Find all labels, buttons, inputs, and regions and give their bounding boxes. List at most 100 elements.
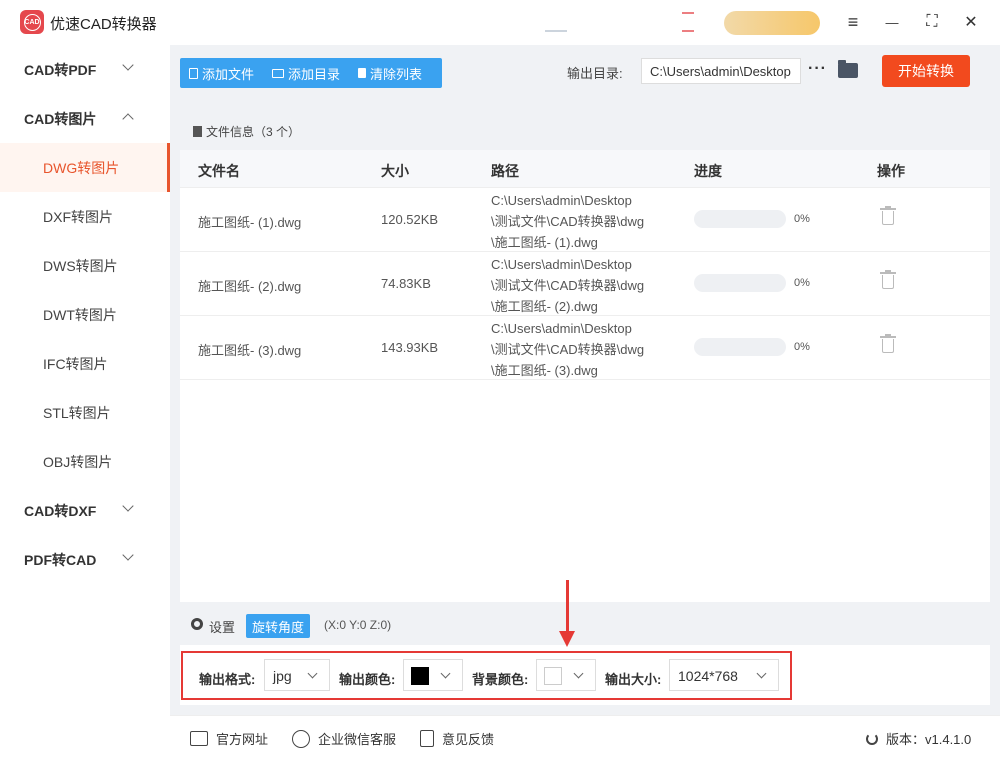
- column-header-progress: 进度: [694, 163, 722, 179]
- rotation-coordinates: (X:0 Y:0 Z:0): [324, 618, 392, 632]
- app-title: 优速CAD转换器: [50, 16, 157, 33]
- rotate-angle-button[interactable]: 旋转角度: [246, 614, 310, 638]
- version-info[interactable]: 版本：v1.4.1.0: [866, 729, 971, 748]
- output-color-label: 输出颜色:: [339, 672, 396, 687]
- add-folder-button[interactable]: 添加目录: [263, 58, 349, 88]
- gear-icon: [191, 618, 203, 630]
- background-color-select[interactable]: [536, 659, 596, 691]
- sidebar-item-dxf-to-image[interactable]: DXF转图片: [0, 192, 170, 241]
- minimize-button[interactable]: —: [880, 10, 904, 34]
- clear-list-button[interactable]: 清除列表: [349, 58, 431, 88]
- file-name: 施工图纸- (2).dwg: [198, 279, 302, 294]
- close-button[interactable]: ✕: [959, 10, 983, 34]
- sidebar-item-stl-to-image[interactable]: STL转图片: [0, 388, 170, 437]
- sidebar-item-dws-to-image[interactable]: DWS转图片: [0, 241, 170, 290]
- sidebar-group-label: CAD转DXF: [24, 502, 97, 519]
- background-color-swatch: [544, 667, 562, 685]
- feedback-link[interactable]: 意见反馈: [420, 729, 494, 748]
- column-header-path: 路径: [491, 163, 519, 179]
- file-info-header: 文件信息（3 个）: [180, 112, 990, 150]
- refresh-icon: [866, 732, 878, 745]
- annotation-arrow-head: [559, 631, 575, 647]
- chevron-down-icon: [573, 668, 584, 679]
- progress-bar: [694, 274, 786, 292]
- sidebar-group-label: CAD转图片: [24, 110, 97, 127]
- output-color-swatch: [411, 667, 429, 685]
- progress-bar: [694, 210, 786, 228]
- output-format-value: jpg: [273, 668, 292, 684]
- start-convert-button[interactable]: 开始转换: [882, 55, 970, 87]
- document-icon: [193, 125, 202, 137]
- sidebar: CAD转PDF CAD转图片 DWG转图片 DXF转图片 DWS转图片 DWT转…: [0, 45, 170, 715]
- file-path: C:\Users\admin\Desktop \测试文件\CAD转换器\dwg …: [491, 321, 645, 378]
- fullscreen-button[interactable]: ⛶: [920, 10, 944, 34]
- progress-percent: 0%: [794, 213, 810, 225]
- sidebar-group-label: PDF转CAD: [24, 551, 97, 568]
- table-row[interactable]: 施工图纸- (2).dwg 74.83KB C:\Users\admin\Des…: [180, 252, 990, 316]
- sidebar-group-pdf-to-cad[interactable]: PDF转CAD: [0, 535, 170, 584]
- output-dir-label: 输出目录:: [567, 66, 623, 81]
- add-file-button[interactable]: 添加文件: [180, 58, 263, 88]
- wechat-service-label: 企业微信客服: [318, 732, 397, 747]
- progress-percent: 0%: [794, 341, 810, 353]
- table-header: 文件名 大小 路径 进度 操作: [180, 150, 990, 188]
- sidebar-group-label: CAD转PDF: [24, 61, 97, 78]
- output-color-select[interactable]: [403, 659, 463, 691]
- delete-file-icon[interactable]: [880, 270, 896, 290]
- folder-icon: [272, 68, 285, 78]
- background-color-label: 背景颜色:: [472, 672, 529, 687]
- website-link[interactable]: 官方网址: [190, 729, 268, 748]
- file-list-panel: 文件信息（3 个） 文件名 大小 路径 进度 操作 施工图纸- (1).dwg …: [180, 112, 990, 602]
- delete-file-icon[interactable]: [880, 206, 896, 226]
- table-row[interactable]: 施工图纸- (1).dwg 120.52KB C:\Users\admin\De…: [180, 188, 990, 252]
- menu-icon[interactable]: ≡: [841, 10, 865, 34]
- file-name: 施工图纸- (3).dwg: [198, 343, 302, 358]
- progress-percent: 0%: [794, 277, 810, 289]
- progress-bar: [694, 338, 786, 356]
- more-options-button[interactable]: ···: [808, 60, 827, 78]
- chat-icon: [292, 729, 310, 748]
- chevron-down-icon: [122, 59, 134, 71]
- feedback-icon: [420, 730, 434, 747]
- website-label: 官方网址: [216, 732, 269, 747]
- column-header-size: 大小: [381, 163, 409, 179]
- output-dir-input[interactable]: C:\Users\admin\Desktop: [641, 58, 801, 84]
- settings-bar: 设置 旋转角度 (X:0 Y:0 Z:0): [180, 605, 990, 645]
- output-format-label: 输出格式:: [199, 672, 256, 687]
- open-folder-icon[interactable]: [838, 60, 858, 78]
- output-size-value: 1024*768: [678, 668, 738, 684]
- table-row[interactable]: 施工图纸- (3).dwg 143.93KB C:\Users\admin\De…: [180, 316, 990, 380]
- title-bar: CAD 优速CAD转换器 ≡ — ⛶ ✕: [0, 0, 1000, 45]
- feedback-label: 意见反馈: [442, 732, 495, 747]
- sidebar-group-cad-to-pdf[interactable]: CAD转PDF: [0, 45, 170, 94]
- chevron-down-icon: [122, 549, 134, 561]
- wechat-service-link[interactable]: 企业微信客服: [292, 729, 396, 748]
- file-actions-toolbar: 添加文件 添加目录 清除列表: [180, 58, 442, 88]
- chevron-down-icon: [440, 668, 451, 679]
- sidebar-item-dwt-to-image[interactable]: DWT转图片: [0, 290, 170, 339]
- sidebar-group-cad-to-image[interactable]: CAD转图片: [0, 94, 170, 143]
- titlebar-promo-badge[interactable]: [724, 11, 820, 35]
- sidebar-item-ifc-to-image[interactable]: IFC转图片: [0, 339, 170, 388]
- app-logo-icon: CAD: [20, 10, 44, 34]
- website-icon: [190, 731, 208, 746]
- chevron-up-icon: [122, 113, 134, 125]
- clear-list-label: 清除列表: [370, 66, 423, 82]
- chevron-down-icon: [122, 500, 134, 512]
- sidebar-item-obj-to-image[interactable]: OBJ转图片: [0, 437, 170, 486]
- file-path: C:\Users\admin\Desktop \测试文件\CAD转换器\dwg …: [491, 257, 645, 314]
- footer: 官方网址 企业微信客服 意见反馈 版本：v1.4.1.0: [170, 715, 1000, 760]
- column-header-filename: 文件名: [198, 163, 240, 179]
- sidebar-group-cad-to-dxf[interactable]: CAD转DXF: [0, 486, 170, 535]
- settings-label[interactable]: 设置: [209, 617, 235, 636]
- sidebar-item-dwg-to-image[interactable]: DWG转图片: [0, 143, 170, 192]
- add-folder-label: 添加目录: [288, 66, 341, 82]
- trash-icon: [358, 68, 367, 78]
- output-size-select[interactable]: 1024*768: [669, 659, 779, 691]
- file-size: 74.83KB: [381, 276, 431, 291]
- output-format-select[interactable]: jpg: [264, 659, 330, 691]
- delete-file-icon[interactable]: [880, 334, 896, 354]
- file-info-title: 文件信息（3 个）: [206, 124, 301, 139]
- file-size: 120.52KB: [381, 212, 439, 227]
- file-size: 143.93KB: [381, 340, 439, 355]
